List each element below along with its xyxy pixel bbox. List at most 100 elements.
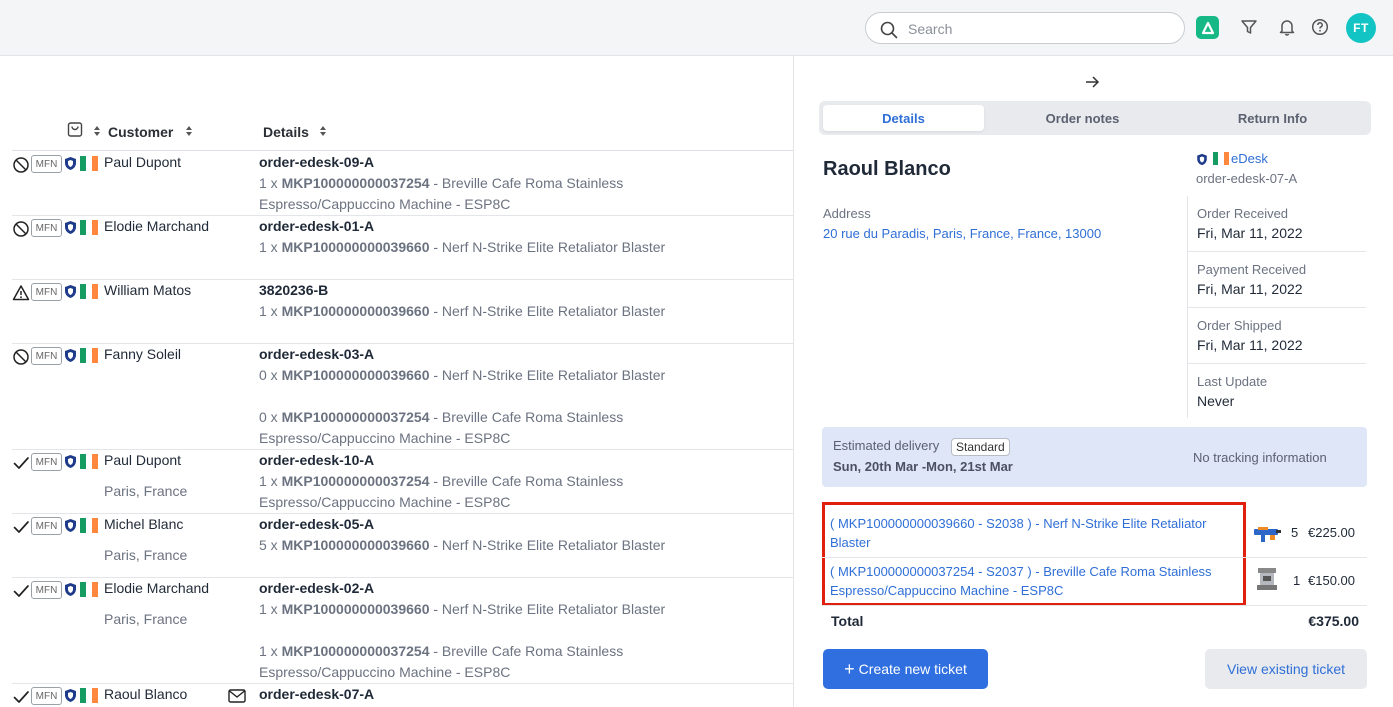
shield-icon [65, 519, 76, 532]
arrow-right-icon[interactable] [1084, 74, 1100, 90]
customer-name[interactable]: Paul Dupont [104, 154, 181, 170]
search-input[interactable] [908, 19, 1168, 39]
ireland-flag-icon [1213, 152, 1229, 165]
divider [1188, 363, 1366, 364]
customer-name[interactable]: Paul Dupont [104, 452, 181, 468]
ireland-flag-icon [80, 284, 98, 299]
bell-icon[interactable] [1275, 15, 1299, 39]
table-row[interactable]: MFN Elodie Marchand order-edesk-01-A 1 x… [12, 216, 793, 280]
tab-order-notes[interactable]: Order notes [1002, 105, 1163, 131]
table-row[interactable]: MFN Paul Dupont order-edesk-09-A 1 x MKP… [12, 152, 793, 216]
order-item: 0 x MKP100000000037254 - Breville Cafe R… [259, 409, 624, 446]
mail-icon[interactable] [228, 689, 246, 703]
customer-name[interactable]: William Matos [104, 282, 191, 298]
line-item-price: €150.00 [1308, 573, 1355, 588]
payment-received-info: Payment Received Fri, Mar 11, 2022 [1197, 262, 1307, 297]
tab-return-info[interactable]: Return Info [1189, 105, 1356, 131]
view-ticket-button[interactable]: View existing ticket [1205, 649, 1367, 689]
order-item: 1 x MKP100000000037254 - Breville Cafe R… [259, 175, 624, 212]
customer-name[interactable]: Fanny Soleil [104, 346, 181, 362]
table-row[interactable]: MFN William Matos 3820236-B 1 x MKP10000… [12, 280, 793, 344]
order-id[interactable]: order-edesk-07-A [259, 686, 374, 702]
customer-title: Raoul Blanco [823, 158, 951, 180]
shopping-bag-icon [67, 122, 83, 137]
delivery-label: Estimated delivery [833, 438, 940, 453]
sort-details-icon[interactable] [319, 125, 327, 137]
ireland-flag-icon [80, 220, 98, 235]
line-item-link[interactable]: ( MKP100000000039660 - S2038 ) - Nerf N-… [830, 514, 1242, 552]
order-item: 1 x MKP100000000037254 - Breville Cafe R… [259, 473, 624, 510]
divider [1188, 251, 1366, 252]
warning-icon [12, 285, 30, 301]
orders-table-header: Customer Details [12, 118, 793, 151]
fulfillment-badge: MFN [31, 155, 62, 173]
order-id[interactable]: order-edesk-02-A [259, 580, 374, 596]
brand-app-icon[interactable] [1196, 16, 1219, 39]
plus-icon: + [844, 659, 855, 679]
create-ticket-button[interactable]: + Create new ticket [823, 649, 988, 689]
checkmark-icon [13, 521, 29, 533]
customer-name[interactable]: Raoul Blanco [104, 686, 187, 702]
channel-link[interactable]: eDesk [1231, 151, 1268, 166]
shield-icon [65, 455, 76, 468]
blocked-icon [13, 157, 29, 173]
fulfillment-badge: MFN [31, 581, 62, 599]
order-id[interactable]: order-edesk-01-A [259, 218, 374, 234]
order-id[interactable]: 3820236-B [259, 282, 328, 298]
divider [1188, 307, 1366, 308]
user-avatar[interactable]: FT [1346, 13, 1376, 43]
line-item-link[interactable]: ( MKP100000000037254 - S2037 ) - Brevill… [830, 562, 1242, 600]
ireland-flag-icon [80, 688, 98, 703]
line-item-price: €225.00 [1308, 525, 1355, 540]
sort-customer-icon[interactable] [185, 125, 193, 137]
order-item: 1 x MKP100000000039660 - Nerf N-Strike E… [259, 239, 666, 255]
filter-icon[interactable] [1237, 15, 1261, 39]
blocked-icon [13, 349, 29, 365]
checkmark-icon [13, 457, 29, 469]
customer-location: Paris, France [104, 547, 188, 563]
shield-icon [65, 285, 76, 298]
table-row[interactable]: MFN Elodie Marchand Paris, France order-… [12, 578, 793, 684]
shield-icon [65, 689, 76, 702]
order-id[interactable]: order-edesk-10-A [259, 452, 374, 468]
order-item: 1 x MKP100000000037254 - Breville Cafe R… [259, 643, 624, 680]
customer-name[interactable]: Michel Blanc [104, 516, 183, 532]
checkmark-icon [13, 585, 29, 597]
ireland-flag-icon [80, 348, 98, 363]
fulfillment-badge: MFN [31, 687, 62, 705]
customer-name[interactable]: Elodie Marchand [104, 218, 209, 234]
line-item-qty: 5 [1291, 525, 1299, 540]
customer-location: Paris, France [104, 611, 188, 627]
ireland-flag-icon [80, 518, 98, 533]
divider [822, 605, 1367, 606]
espresso-machine-thumbnail [1257, 568, 1277, 590]
address-link[interactable]: 20 rue du Paradis, Paris, France, France… [823, 226, 1101, 241]
detail-tabs: Details Order notes Return Info [819, 101, 1371, 135]
ireland-flag-icon [80, 582, 98, 597]
search-box[interactable] [865, 12, 1185, 44]
order-item: 1 x MKP100000000039660 - Nerf N-Strike E… [259, 303, 666, 319]
total-label: Total [831, 613, 864, 629]
fulfillment-badge: MFN [31, 219, 62, 237]
shield-icon [65, 583, 76, 596]
last-update-info: Last Update Never [1197, 374, 1268, 409]
channel-order-id: order-edesk-07-A [1196, 171, 1298, 186]
table-row[interactable]: MFN Paul Dupont Paris, France order-edes… [12, 450, 793, 514]
table-row[interactable]: MFN Michel Blanc Paris, France order-ede… [12, 514, 793, 578]
table-row[interactable]: MFN Fanny Soleil order-edesk-03-A 0 x MK… [12, 344, 793, 450]
order-id[interactable]: order-edesk-03-A [259, 346, 374, 362]
order-id[interactable]: order-edesk-09-A [259, 154, 374, 170]
blaster-thumbnail [1254, 527, 1281, 542]
order-item: 5 x MKP100000000039660 - Nerf N-Strike E… [259, 537, 666, 553]
shield-icon [65, 157, 76, 170]
column-header-customer[interactable]: Customer [108, 124, 173, 140]
ireland-flag-icon [80, 156, 98, 171]
table-row[interactable]: MFN Raoul Blanco order-edesk-07-A [12, 684, 793, 707]
customer-name[interactable]: Elodie Marchand [104, 580, 209, 596]
sort-icon[interactable] [93, 125, 101, 137]
order-item: 0 x MKP100000000039660 - Nerf N-Strike E… [259, 367, 666, 383]
help-icon[interactable] [1308, 15, 1332, 39]
column-header-details[interactable]: Details [263, 124, 309, 140]
tab-details[interactable]: Details [823, 105, 984, 131]
order-id[interactable]: order-edesk-05-A [259, 516, 374, 532]
